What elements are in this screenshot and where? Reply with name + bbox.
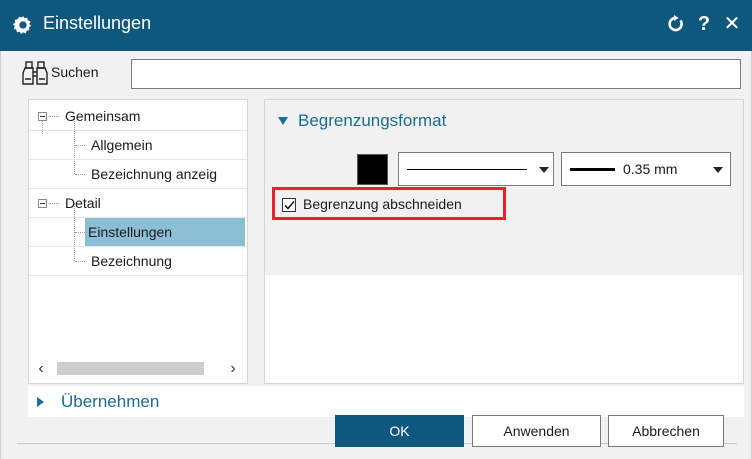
color-picker-button[interactable] [357,154,388,185]
line-width-sample [570,168,615,171]
line-style-sample [407,169,527,170]
tree-item-label: Allgemein [91,137,153,153]
reset-button[interactable] [664,9,688,43]
tree-connector [75,232,85,233]
clip-boundary-checkbox[interactable] [282,198,296,212]
reset-icon [668,15,683,32]
title-bar: Einstellungen ? ✕ [0,0,752,51]
tree-item-label: Gemeinsam [65,108,141,124]
line-width-value: 0.35 mm [623,161,678,177]
apply-button[interactable]: Anwenden [472,415,601,447]
gear-icon [12,15,32,35]
section-header-begrenzungsformat[interactable]: Begrenzungsformat [265,100,743,144]
tree-connector [75,145,85,146]
search-input[interactable] [131,59,741,89]
window-title: Einstellungen [43,13,152,33]
section-title: Übernehmen [61,392,160,411]
navigation-tree: Gemeinsam Allgemein Bezeichnung anzeig D… [28,99,248,384]
horizontal-scrollbar[interactable]: ‹ › [29,355,247,383]
dialog-body: Suchen Gemeinsam Allgemein Bezeichnung a… [0,51,752,459]
tree-connector [75,174,85,175]
tree-connector [49,116,59,117]
tree-item-detail[interactable]: Detail [29,189,247,218]
scroll-right-icon[interactable]: › [225,360,241,378]
tree-item-label: Bezeichnung [91,253,172,269]
section-title: Begrenzungsformat [298,111,447,130]
line-style-dropdown[interactable] [398,152,554,186]
highlight-box: Begrenzung abschneiden [272,187,506,220]
section-header-uebernehmen[interactable]: Übernehmen [28,386,744,417]
tree-connector [75,261,85,262]
close-button[interactable]: ✕ [719,9,745,39]
tree-item-label: Einstellungen [85,218,245,246]
checkmark-icon [284,201,295,210]
tree-item-allgemein[interactable]: Allgemein [29,131,247,160]
binoculars-icon [22,61,48,85]
cancel-button[interactable]: Abbrechen [608,415,724,447]
settings-panel: Begrenzungsformat 0.35 mm Begrenzung abs… [264,99,744,384]
tree-connector [49,203,59,204]
tree-item-label: Bezeichnung anzeig [91,166,218,182]
scroll-left-icon[interactable]: ‹ [33,360,49,378]
collapse-toggle-icon[interactable] [38,112,47,121]
scrollbar-thumb[interactable] [57,362,204,375]
tree-item-einstellungen[interactable]: Einstellungen [29,218,247,247]
tree-item-bezeichnung[interactable]: Bezeichnung [29,247,247,276]
search-label: Suchen [51,64,99,80]
ok-button[interactable]: OK [335,415,464,447]
tree-item-label: Detail [65,195,101,211]
expand-triangle-icon [37,397,44,407]
help-button[interactable]: ? [693,9,715,39]
expand-triangle-icon [278,117,288,125]
collapse-toggle-icon[interactable] [38,199,47,208]
tree-item-gemeinsam[interactable]: Gemeinsam [29,102,247,131]
chevron-down-icon [539,167,549,173]
search-row: Suchen [1,51,752,98]
chevron-down-icon [713,167,723,173]
checkbox-label[interactable]: Begrenzung abschneiden [303,196,462,212]
tree-item-bezeichnung-anzeigen[interactable]: Bezeichnung anzeig [29,160,247,189]
line-width-dropdown[interactable]: 0.35 mm [561,152,731,186]
